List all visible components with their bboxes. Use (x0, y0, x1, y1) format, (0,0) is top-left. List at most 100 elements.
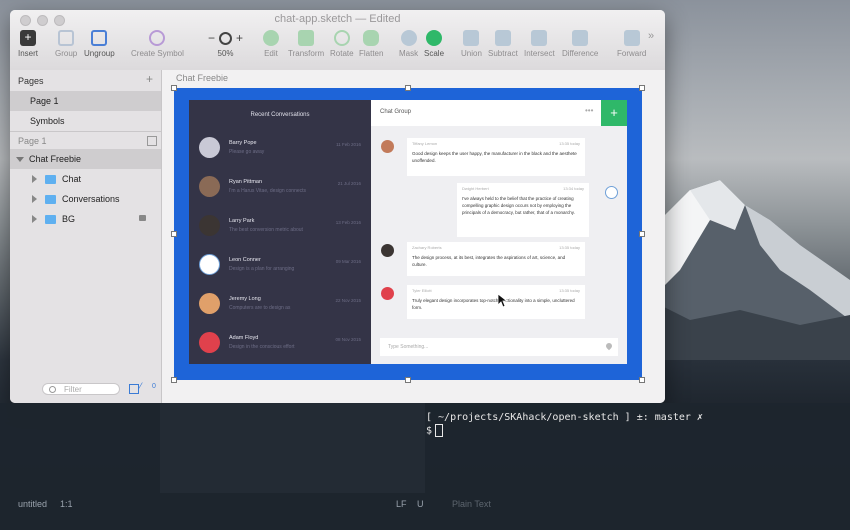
heart-icon[interactable] (604, 341, 614, 351)
conversation-date: 08 Nov 2015 (335, 337, 361, 342)
disclosure-open-icon[interactable] (16, 156, 24, 162)
conversation-preview: I'm a Harus Vitae, design connects (229, 188, 307, 194)
resize-handle[interactable] (171, 377, 177, 383)
conversation-name: Ryan Pittman (229, 179, 263, 185)
layer-folder-bg[interactable]: BG (10, 209, 161, 229)
rotate-icon (333, 30, 350, 46)
toolbar-label: Intersect (524, 49, 555, 58)
message-time: 13:34 today (563, 186, 584, 191)
resize-handle[interactable] (639, 231, 645, 237)
resize-handle[interactable] (639, 377, 645, 383)
add-button[interactable]: + (601, 100, 627, 126)
subtract-button[interactable]: Subtract (488, 30, 518, 58)
group-button[interactable]: Group (55, 30, 77, 58)
toolbar-label: Scale (424, 49, 445, 58)
scale-icon (426, 30, 442, 46)
slice-icon[interactable]: ⁄ (140, 381, 142, 391)
terminal (0, 403, 850, 530)
intersect-button[interactable]: Intersect (524, 30, 555, 58)
avatar (381, 140, 394, 153)
message-bubble: Tiffany Lemon 13:35 today Good design ke… (407, 138, 585, 176)
conversation-preview: Design is a plan for arranging (229, 266, 295, 272)
conversation-item[interactable]: Jeremy Long Computers are to design as 2… (189, 286, 371, 324)
insert-button[interactable]: + Insert (18, 30, 38, 58)
zoom-out-button[interactable]: − (208, 31, 215, 45)
toolbar-label: Group (55, 49, 78, 58)
message-sender: Tyler Elliott (412, 288, 432, 293)
add-page-icon[interactable]: + (146, 72, 153, 86)
page-item-1[interactable]: Page 1 (10, 91, 161, 111)
layer-artboard-chat-freebie[interactable]: Chat Freebie (10, 149, 161, 169)
forward-icon (623, 30, 640, 46)
message-input[interactable]: Type Something... (380, 338, 618, 356)
lock-icon[interactable] (139, 215, 146, 221)
layer-label: Conversations (62, 194, 120, 204)
artboard-label[interactable]: Chat Freebie (176, 73, 228, 83)
canvas[interactable]: Chat Freebie Recent Conversations Barry … (162, 70, 665, 403)
transform-button[interactable]: Transform (288, 30, 324, 58)
message-sender: Dwight Herbert (462, 186, 489, 191)
terminal-input-line[interactable]: $ (426, 424, 444, 437)
message-text: The design process, at its best, integra… (412, 255, 566, 267)
conversation-item[interactable]: Ryan Pittman I'm a Harus Vitae, design c… (189, 169, 371, 207)
status-cursor-position[interactable]: 1:1 (60, 499, 73, 509)
disclosure-closed-icon[interactable] (32, 215, 37, 223)
status-encoding[interactable]: U (417, 499, 424, 509)
avatar (199, 332, 220, 353)
sketch-window: chat-app.sketch — Edited + Insert Group … (10, 10, 665, 403)
conversation-item[interactable]: Barry Pope Please go away 11 Feb 2016 (189, 130, 371, 168)
conversation-item[interactable]: Larry Park The best conversion metric ab… (189, 208, 371, 246)
layer-folder-conversations[interactable]: Conversations (10, 189, 161, 209)
disclosure-closed-icon[interactable] (32, 175, 37, 183)
message-time: 13:35 today (559, 288, 580, 293)
disclosure-closed-icon[interactable] (32, 195, 37, 203)
toolbar-label: Transform (288, 49, 325, 58)
mask-button[interactable]: Mask (399, 30, 418, 58)
status-filename[interactable]: untitled (18, 499, 47, 509)
flatten-button[interactable]: Flatten (359, 30, 383, 58)
conversation-item[interactable]: Leon Conner Design is a plan for arrangi… (189, 247, 371, 285)
resize-handle[interactable] (171, 231, 177, 237)
layer-folder-chat[interactable]: Chat (10, 169, 161, 189)
conversation-name: Jeremy Long (229, 296, 261, 302)
conversation-date: 09 Mar 2016 (335, 259, 361, 264)
conversation-name: Adam Floyd (229, 335, 259, 341)
conversation-date: 22 Nov 2015 (335, 298, 361, 303)
scale-button[interactable]: Scale (424, 30, 444, 58)
layer-label: Chat Freebie (29, 154, 82, 164)
toolbar-label: Mask (399, 49, 419, 58)
union-button[interactable]: Union (461, 30, 482, 58)
resize-handle[interactable] (405, 85, 411, 91)
status-line-ending[interactable]: LF (396, 499, 407, 509)
page-label: Page 1 (30, 96, 59, 106)
zoom-control[interactable]: − + 50% (208, 30, 243, 58)
transform-icon (298, 30, 315, 46)
mask-icon (400, 30, 417, 46)
rotate-button[interactable]: Rotate (330, 30, 354, 58)
more-icon[interactable]: ••• (585, 106, 593, 115)
resize-handle[interactable] (639, 85, 645, 91)
artboard-chat-freebie[interactable]: Recent Conversations Barry Pope Please g… (171, 85, 645, 383)
toolbar-overflow-icon[interactable]: » (648, 30, 654, 42)
ungroup-button[interactable]: Ungroup (84, 30, 115, 58)
page-item-symbols[interactable]: Symbols (10, 111, 161, 131)
edit-button[interactable]: Edit (263, 30, 279, 58)
resize-handle[interactable] (405, 377, 411, 383)
zoom-in-button[interactable]: + (236, 31, 243, 45)
pages-header: Pages (18, 76, 44, 86)
toolbar-label: Flatten (359, 49, 384, 58)
terminal-prompt-line: [ ~/projects/SKAhack/open-sketch ] ±: ma… (426, 412, 703, 423)
ungroup-icon (91, 30, 108, 46)
copy-styles-icon[interactable] (129, 384, 139, 394)
create-symbol-button[interactable]: Create Symbol (131, 30, 184, 58)
intersect-icon (531, 30, 548, 46)
page-collapse-icon[interactable] (147, 136, 157, 146)
resize-handle[interactable] (171, 85, 177, 91)
layer-filter-input[interactable]: Filter (42, 383, 120, 395)
conversation-item[interactable]: Adam Floyd Design in the conscious effor… (189, 325, 371, 363)
difference-button[interactable]: Difference (562, 30, 598, 58)
status-grammar[interactable]: Plain Text (452, 499, 491, 509)
forward-button[interactable]: Forward (617, 30, 646, 58)
current-page-indicator[interactable]: Page 1 (10, 131, 161, 151)
conversation-name: Barry Pope (229, 140, 257, 146)
